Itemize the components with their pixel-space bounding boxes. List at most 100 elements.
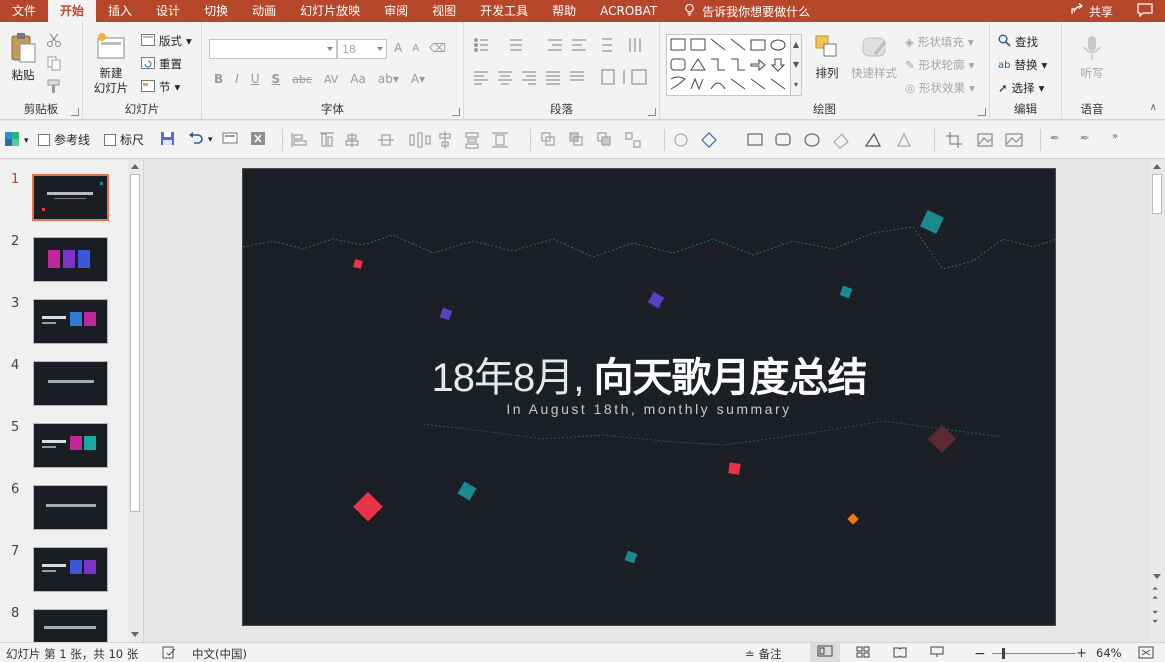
thumbnail-image[interactable] [33, 423, 108, 468]
shape-tools-icon[interactable] [672, 130, 922, 150]
more-commands-button[interactable]: » [1112, 131, 1118, 142]
tab-acrobat[interactable]: ACROBAT [588, 0, 669, 22]
fit-to-window-button[interactable] [1138, 646, 1154, 662]
thumbnail-3[interactable]: 3 [0, 284, 128, 344]
paste-button[interactable]: 粘贴 [6, 32, 40, 83]
tab-animations[interactable]: 动画 [240, 0, 288, 22]
select-button[interactable]: ➚ 选择 ▾ [998, 80, 1044, 96]
new-slide-button[interactable]: 新建 幻灯片 [89, 32, 133, 96]
font-size-combo[interactable]: 18 [337, 39, 387, 59]
dictate-button[interactable]: 听写 [1074, 34, 1110, 81]
change-case-button[interactable]: Aa [350, 72, 366, 86]
font-color-icon[interactable]: A▾ [411, 72, 425, 86]
thumbnail-image[interactable] [33, 609, 108, 642]
tab-home[interactable]: 开始 [48, 0, 97, 22]
section-button[interactable]: 节 ▾ [141, 79, 180, 95]
paragraph-launcher-icon[interactable] [648, 108, 656, 116]
scroll-down-icon[interactable] [131, 632, 139, 637]
reading-view-button[interactable] [893, 646, 907, 661]
crop-image-tools-icon[interactable] [944, 130, 1034, 150]
format-painter-button[interactable] [46, 78, 62, 97]
clipboard-launcher-icon[interactable] [71, 108, 79, 116]
thumbnail-scroll-thumb[interactable] [130, 174, 140, 512]
ruler-checkbox[interactable]: 标尺 [104, 131, 144, 148]
paragraph-controls-icon[interactable] [472, 36, 652, 96]
strikethrough-button[interactable]: abc [292, 73, 312, 86]
shape-outline-button[interactable]: ✎ 形状轮廓 ▾ [905, 57, 974, 73]
zoom-level[interactable]: 64% [1096, 646, 1122, 660]
zoom-out-button[interactable]: − [974, 646, 986, 662]
slide-scroll-thumb[interactable] [1152, 174, 1162, 214]
tab-help[interactable]: 帮助 [540, 0, 588, 22]
thumbnail-5[interactable]: 5 [0, 408, 128, 468]
tab-transitions[interactable]: 切换 [192, 0, 240, 22]
eyedropper-button[interactable]: ✒ [1050, 131, 1060, 145]
thumbnail-image[interactable] [33, 547, 108, 592]
eyedropper-outline-button[interactable]: ✒ [1080, 131, 1090, 145]
clear-format-icon[interactable]: ⌫ [429, 41, 446, 55]
shape-gallery-scroll[interactable]: ▲ ▼ ▾ [790, 35, 801, 95]
slide-sorter-view-button[interactable] [856, 646, 870, 661]
normal-view-button[interactable] [810, 643, 840, 662]
tell-me-box[interactable]: 告诉我你想要做什么 [683, 3, 810, 20]
thumbnail-1[interactable]: 1 [0, 160, 128, 221]
tab-slideshow[interactable]: 幻灯片放映 [288, 0, 372, 22]
tab-file[interactable]: 文件 [0, 0, 48, 22]
align-tools-icon[interactable] [290, 131, 520, 149]
drawing-launcher-icon[interactable] [978, 108, 986, 116]
language-status[interactable]: 中文(中国) [192, 646, 247, 662]
close-shape-button[interactable] [250, 131, 266, 149]
underline-button[interactable]: U [251, 72, 260, 86]
thumbnail-image[interactable] [33, 361, 108, 406]
save-button[interactable] [160, 131, 175, 149]
font-launcher-icon[interactable] [452, 108, 460, 116]
next-slide-icon[interactable]: ⏷ ⏷ [1152, 608, 1158, 626]
slide-scrollbar[interactable]: ⏶ ⏶ ⏷ ⏷ [1150, 160, 1164, 642]
thumbnail-2[interactable]: 2 [0, 222, 128, 282]
cut-button[interactable] [46, 32, 62, 51]
zoom-slider-thumb[interactable] [1002, 648, 1005, 659]
thumbnail-image[interactable] [33, 299, 108, 344]
tab-design[interactable]: 设计 [144, 0, 192, 22]
thumbnail-8[interactable]: 8 [0, 594, 128, 642]
thumbnail-scrollbar[interactable] [128, 160, 142, 642]
layout-button[interactable]: 版式 ▾ [141, 33, 192, 49]
slideshow-from-start-button[interactable] [222, 131, 238, 148]
guides-checkbox[interactable]: 参考线 [38, 131, 90, 148]
thumbnail-image[interactable] [33, 485, 108, 530]
collapse-ribbon-icon[interactable]: ∧ [1150, 102, 1157, 113]
grow-font-button[interactable]: A [394, 41, 402, 55]
highlight-icon[interactable]: ab▾ [378, 72, 399, 86]
shape-fill-button[interactable]: ◈ 形状填充 ▾ [905, 34, 974, 50]
shadow-button[interactable]: S [272, 72, 281, 86]
tab-review[interactable]: 审阅 [372, 0, 420, 22]
ruler-check[interactable] [104, 133, 116, 146]
tab-view[interactable]: 视图 [420, 0, 468, 22]
zoom-in-button[interactable]: + [1076, 646, 1087, 661]
quick-styles-button[interactable]: 快速样式 [848, 34, 900, 81]
current-slide[interactable]: 18年8月, 向天歌月度总结 In August 18th, monthly s… [242, 168, 1056, 626]
slideshow-view-button[interactable] [930, 646, 944, 661]
guides-check[interactable] [38, 133, 50, 146]
arrange-button[interactable]: 排列 [810, 34, 844, 81]
reset-button[interactable]: 重置 [141, 56, 182, 72]
group-tools-icon[interactable] [540, 131, 650, 149]
share-button[interactable]: 共享 [1058, 3, 1125, 20]
previous-slide-icon[interactable]: ⏶ ⏶ [1152, 584, 1158, 602]
scroll-up-icon[interactable] [1153, 164, 1161, 169]
theme-colors-button[interactable]: ▾ [4, 131, 29, 150]
tab-insert[interactable]: 插入 [96, 0, 144, 22]
thumbnail-4[interactable]: 4 [0, 346, 128, 406]
spelling-check-icon[interactable] [162, 646, 176, 659]
bold-button[interactable]: B [214, 72, 223, 86]
shape-effects-button[interactable]: ◎ 形状效果 ▾ [905, 80, 975, 96]
replace-button[interactable]: ab 替换 ▾ [998, 57, 1047, 73]
shape-gallery[interactable]: ▲ ▼ ▾ [666, 34, 802, 96]
slide-title[interactable]: 18年8月, 向天歌月度总结 [243, 345, 1055, 403]
tab-developer[interactable]: 开发工具 [468, 0, 540, 22]
thumbnail-image[interactable] [33, 237, 108, 282]
thumbnail-image[interactable] [32, 174, 109, 221]
slide-subtitle[interactable]: In August 18th, monthly summary [243, 401, 1055, 417]
char-spacing-button[interactable]: AV [324, 73, 338, 86]
undo-button[interactable]: ▾ [188, 131, 213, 148]
